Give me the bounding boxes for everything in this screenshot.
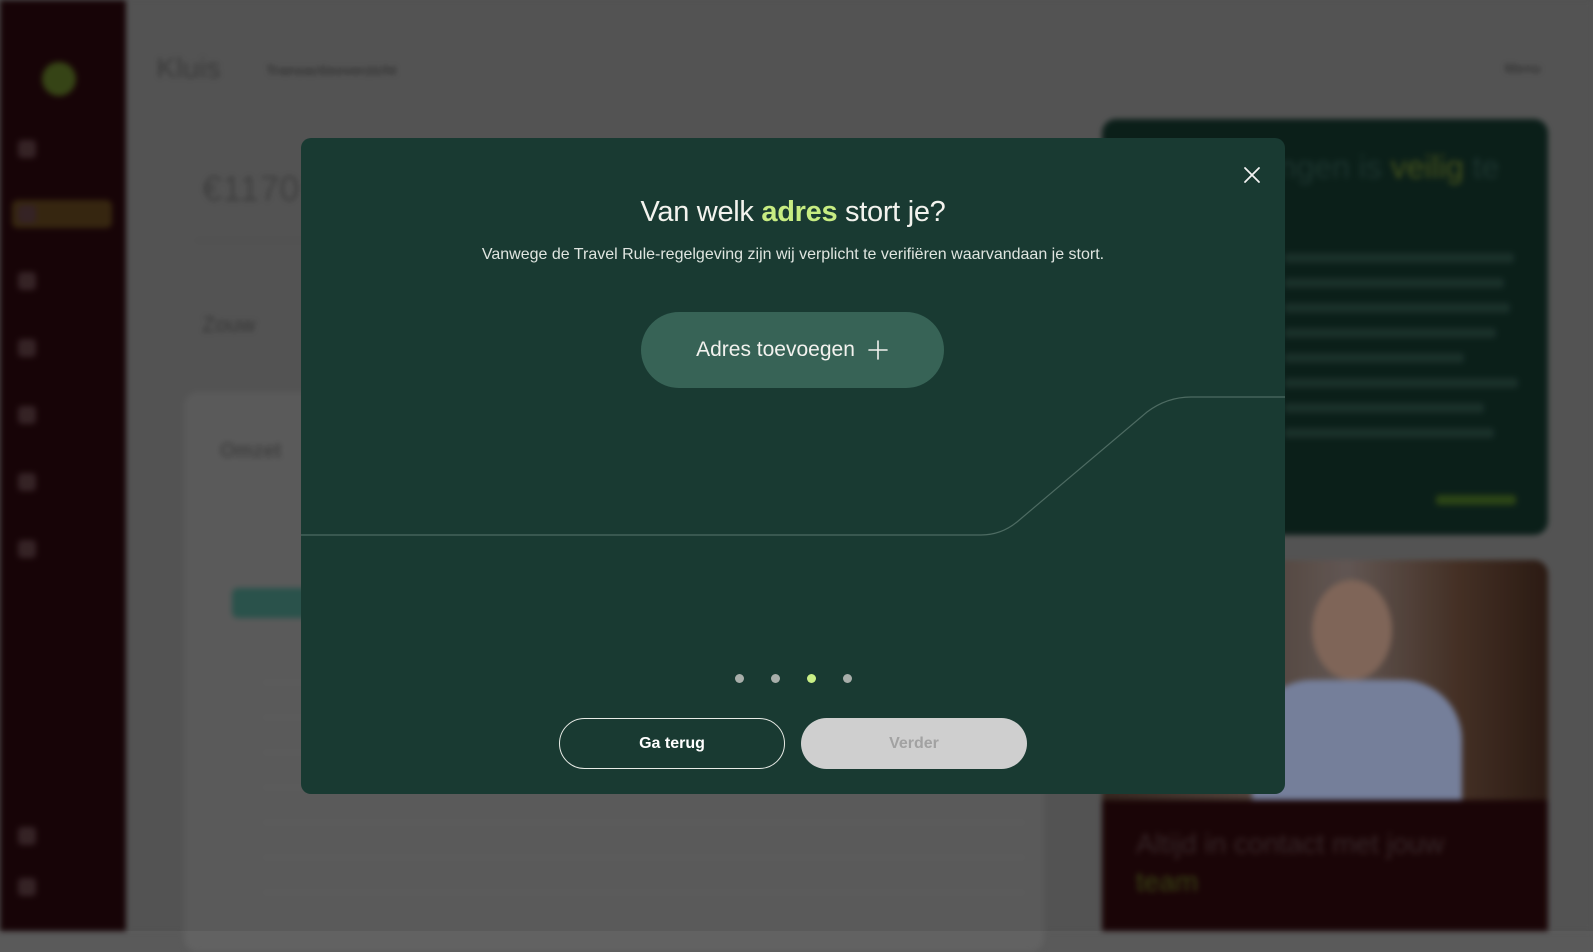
- step-dot: [842, 674, 852, 683]
- modal-subtitle: Vanwege de Travel Rule-regelgeving zijn …: [481, 246, 1105, 263]
- decorative-curve: [301, 396, 1285, 536]
- step-dot: [770, 674, 780, 683]
- back-button[interactable]: Ga terug: [559, 718, 785, 769]
- modal-title: Van welk adres stort je?: [640, 196, 946, 228]
- close-button[interactable]: [1239, 162, 1265, 188]
- step-dot-active: [806, 674, 816, 683]
- step-indicator: [301, 674, 1285, 683]
- plus-icon: [868, 340, 888, 360]
- add-address-button[interactable]: Adres toevoegen: [641, 312, 944, 388]
- step-dot: [734, 674, 744, 683]
- add-address-label: Adres toevoegen: [696, 338, 855, 361]
- next-button[interactable]: Verder: [801, 718, 1027, 769]
- address-modal: Van welk adres stort je? Vanwege de Trav…: [301, 138, 1285, 794]
- close-icon: [1244, 167, 1260, 183]
